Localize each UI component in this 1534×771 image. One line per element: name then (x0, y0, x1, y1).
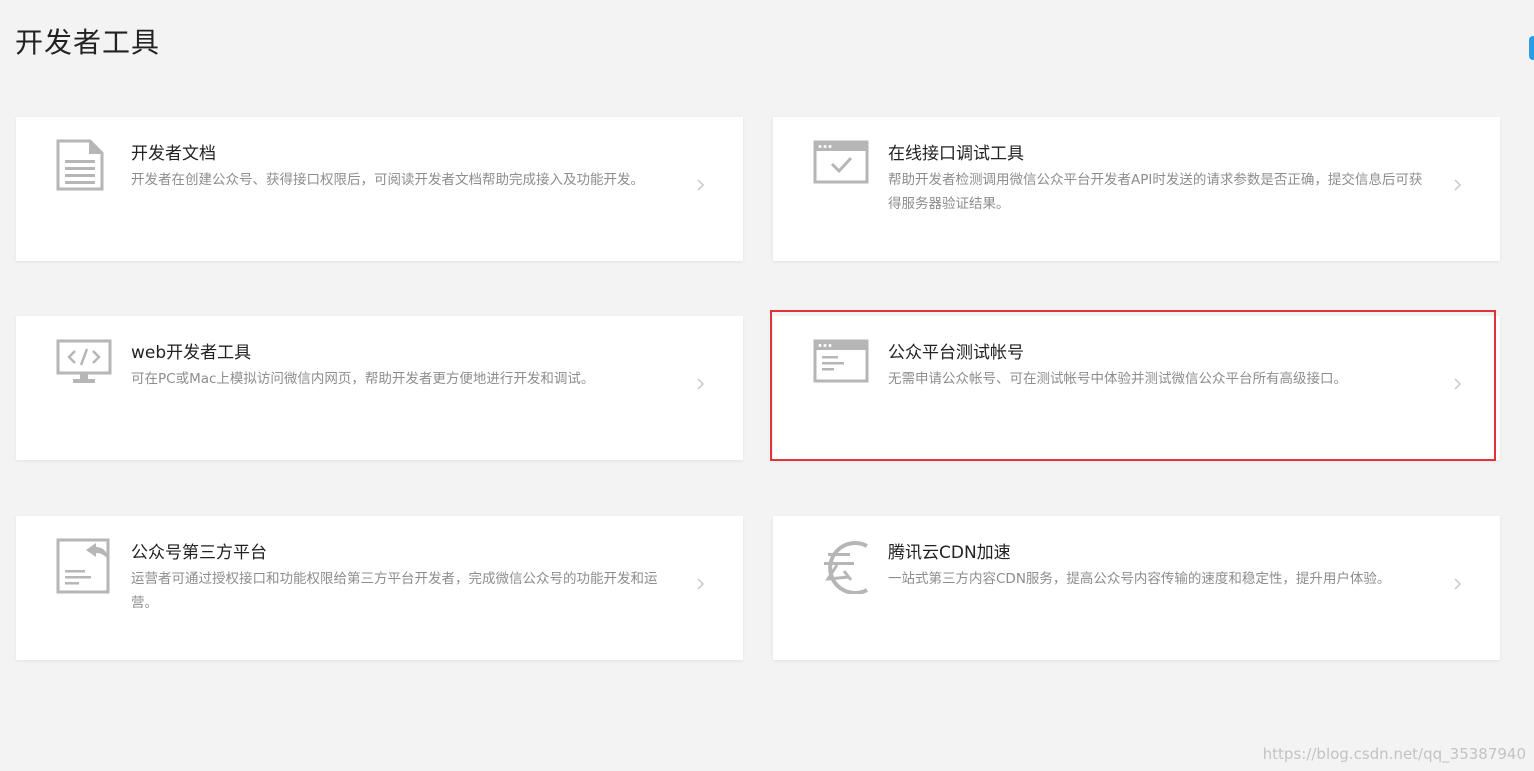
card-title: 公众号第三方平台 (131, 543, 267, 563)
card-developer-docs[interactable]: 开发者文档 开发者在创建公众号、获得接口权限后，可阅读开发者文档帮助完成接入及功… (16, 117, 743, 261)
monitor-code-icon (56, 338, 114, 394)
chevron-right-icon (1452, 175, 1464, 195)
card-online-api-debugger[interactable]: 在线接口调试工具 帮助开发者检测调用微信公众平台开发者API时发送的请求参数是否… (773, 117, 1500, 261)
document-icon (56, 139, 114, 195)
document-share-icon (56, 538, 114, 594)
card-title: 开发者文档 (131, 144, 216, 164)
card-third-party-platform[interactable]: 公众号第三方平台 运营者可通过授权接口和功能权限给第三方平台开发者，完成微信公众… (16, 516, 743, 660)
card-title: 腾讯云CDN加速 (888, 543, 1011, 563)
watermark: https://blog.csdn.net/qq_35387940 (1262, 745, 1526, 763)
card-tencent-cloud-cdn[interactable]: 腾讯云CDN加速 一站式第三方内容CDN服务，提高公众号内容传输的速度和稳定性，… (773, 516, 1500, 660)
card-title: 公众平台测试帐号 (888, 343, 1024, 363)
page-title: 开发者工具 (15, 26, 161, 59)
card-description: 无需申请公众帐号、可在测试帐号中体验并测试微信公众平台所有高级接口。 (888, 371, 1347, 387)
window-list-icon (813, 338, 871, 394)
card-description: 帮助开发者检测调用微信公众平台开发者API时发送的请求参数是否正确，提交信息后可… (888, 172, 1423, 212)
chevron-right-icon (1452, 374, 1464, 394)
card-description: 运营者可通过授权接口和功能权限给第三方平台开发者，完成微信公众号的功能开发和运营… (131, 571, 658, 611)
chevron-right-icon (695, 374, 707, 394)
chevron-right-icon (695, 175, 707, 195)
card-description: 一站式第三方内容CDN服务，提高公众号内容传输的速度和稳定性，提升用户体验。 (888, 571, 1391, 587)
window-check-icon (813, 139, 871, 195)
card-web-developer-tool[interactable]: web开发者工具 可在PC或Mac上模拟访问微信内网页，帮助开发者更方便地进行开… (16, 316, 743, 460)
chevron-right-icon (695, 574, 707, 594)
card-title: 在线接口调试工具 (888, 144, 1024, 164)
cloud-logo-icon (813, 538, 871, 594)
chevron-right-icon (1452, 574, 1464, 594)
edge-tab[interactable] (1529, 36, 1534, 60)
card-title: web开发者工具 (131, 343, 252, 363)
card-description: 可在PC或Mac上模拟访问微信内网页，帮助开发者更方便地进行开发和调试。 (131, 371, 595, 387)
developer-tools-page: 开发者工具 开发者文档 开发者在创建公众号、获得接口权限后，可阅读开发者文档帮助… (0, 0, 1534, 771)
card-description: 开发者在创建公众号、获得接口权限后，可阅读开发者文档帮助完成接入及功能开发。 (131, 172, 644, 188)
card-platform-test-account[interactable]: 公众平台测试帐号 无需申请公众帐号、可在测试帐号中体验并测试微信公众平台所有高级… (773, 316, 1500, 460)
